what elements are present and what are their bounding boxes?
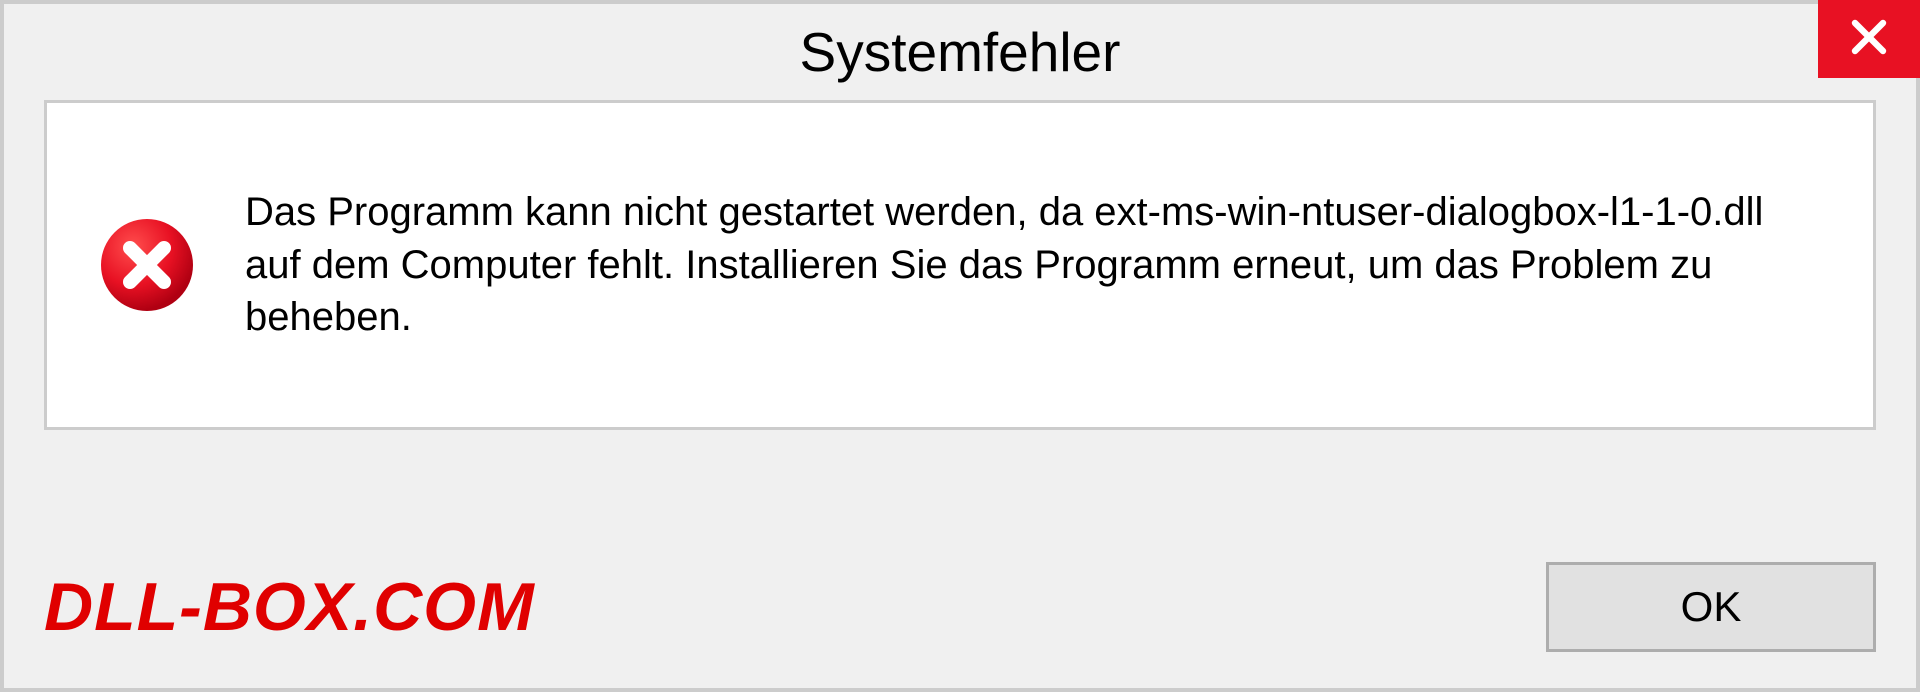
content-panel: Das Programm kann nicht gestartet werden… <box>44 100 1876 430</box>
titlebar: Systemfehler <box>4 4 1916 100</box>
error-icon <box>97 215 197 315</box>
close-button[interactable] <box>1818 0 1920 78</box>
watermark-text: DLL-BOX.COM <box>44 568 535 646</box>
dialog-title: Systemfehler <box>800 20 1121 84</box>
ok-button[interactable]: OK <box>1546 562 1876 652</box>
error-dialog: Systemfehler <box>0 0 1920 692</box>
error-message: Das Programm kann nicht gestartet werden… <box>245 186 1805 344</box>
close-icon <box>1845 13 1893 66</box>
dialog-footer: DLL-BOX.COM OK <box>44 562 1876 652</box>
